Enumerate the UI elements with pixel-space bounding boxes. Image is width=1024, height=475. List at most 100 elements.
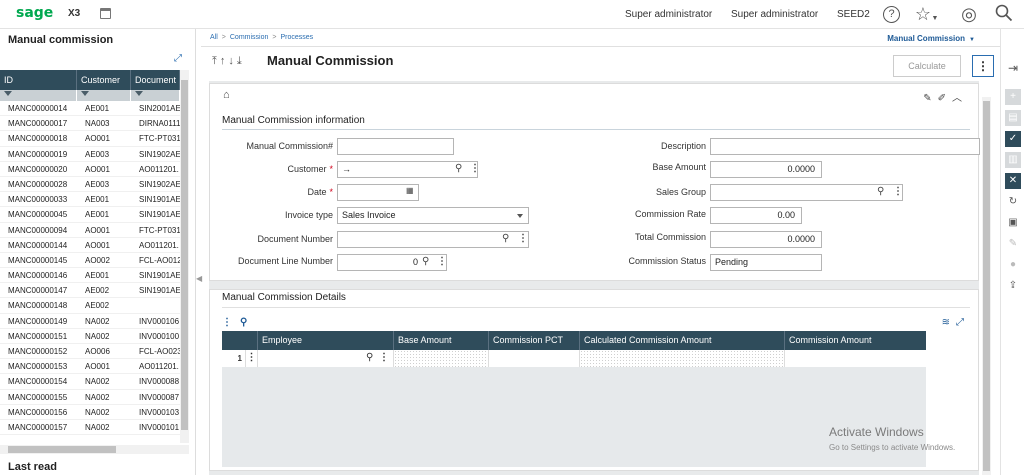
- attachment-icon[interactable]: ✎: [1005, 236, 1021, 252]
- table-row[interactable]: MANC00000147 AE002 SIN1901AE: [0, 283, 180, 299]
- duplicate-icon[interactable]: ▤: [1005, 110, 1021, 126]
- table-row[interactable]: MANC00000149 NA002 INV000106: [0, 314, 180, 329]
- comment-icon[interactable]: ●: [1005, 257, 1021, 273]
- table-row[interactable]: MANC00000155 NA002 INV000087: [0, 390, 180, 405]
- close-icon[interactable]: ✕: [1005, 173, 1021, 189]
- calendar-icon: ▦: [406, 186, 414, 195]
- export-icon[interactable]: ⇪: [1005, 278, 1021, 294]
- column-header-customer[interactable]: Customer: [77, 70, 131, 90]
- new-icon[interactable]: +: [1005, 89, 1021, 105]
- calendar-icon[interactable]: [100, 8, 111, 19]
- save-icon[interactable]: ✓: [1005, 131, 1021, 147]
- table-row[interactable]: MANC00000152 AO006 FCL-AO023: [0, 344, 180, 360]
- delete-icon[interactable]: ▥: [1005, 152, 1021, 168]
- table-row[interactable]: MANC00000033 AE001 SIN1901AE: [0, 192, 180, 208]
- row-id: MANC00000014: [8, 104, 68, 113]
- table-row[interactable]: MANC00000018 AO001 FTC-PT031: [0, 131, 180, 147]
- invoice-type-select[interactable]: Sales Invoice: [337, 207, 529, 224]
- column-header-employee[interactable]: Employee: [258, 331, 394, 350]
- table-row[interactable]: MANC00000153 AO001 AO011201.: [0, 359, 180, 375]
- base-amount-cell[interactable]: [394, 350, 489, 367]
- column-header-id[interactable]: ID: [0, 70, 77, 90]
- more-actions-button[interactable]: ⋮: [972, 55, 994, 77]
- row-id: MANC00000094: [8, 225, 68, 235]
- info-section-title: Manual Commission information: [222, 115, 365, 126]
- expand-icon[interactable]: ⤢: [174, 53, 182, 64]
- table-row[interactable]: MANC00000028 AE003 SIN1902AE: [0, 177, 180, 193]
- breadcrumb-commission[interactable]: Commission: [230, 34, 269, 41]
- table-row[interactable]: MANC00000014 AE001 SIN2001AE: [0, 101, 180, 117]
- layers-icon[interactable]: ≋: [942, 317, 956, 328]
- filter-icon[interactable]: [0, 90, 77, 101]
- table-row[interactable]: 1 ⋮ ⚲ ⋮: [222, 350, 926, 367]
- help-icon[interactable]: ?: [883, 6, 900, 23]
- table-row[interactable]: MANC00000154 NA002 INV000088: [0, 374, 180, 390]
- date-input[interactable]: ▦: [337, 184, 419, 201]
- left-horizontal-scrollbar[interactable]: [0, 445, 189, 454]
- row-customer: AE001: [85, 104, 110, 113]
- total-commission-input[interactable]: 0.0000: [710, 231, 822, 248]
- chevron-down-icon[interactable]: ▼: [930, 9, 940, 29]
- document-number-input[interactable]: ⚲ ⋮: [337, 231, 529, 248]
- document-line-number-input[interactable]: 0 ⚲ ⋮: [337, 254, 447, 271]
- column-header-commission-amount[interactable]: Commission Amount: [785, 331, 926, 350]
- sage-logo[interactable]: sage: [16, 5, 53, 21]
- home-icon[interactable]: ⌂: [223, 89, 230, 101]
- filter-icon[interactable]: [77, 90, 131, 101]
- kebab-icon[interactable]: ⋮: [222, 317, 240, 328]
- customer-input[interactable]: →⚲⋮: [337, 161, 478, 178]
- commission-amount-cell[interactable]: [785, 350, 926, 367]
- table-row[interactable]: MANC00000017 NA003 DIRNA0111: [0, 116, 180, 132]
- table-row[interactable]: MANC00000145 AO002 FCL-AO012: [0, 253, 180, 269]
- table-row[interactable]: MANC00000045 AE001 SIN1901AE: [0, 207, 180, 223]
- row-id: MANC00000157: [8, 422, 68, 432]
- chevron-up-icon[interactable]: ︿: [952, 93, 968, 104]
- commission-pct-cell[interactable]: [489, 350, 580, 367]
- edit-icon[interactable]: ✐: [938, 93, 952, 104]
- table-row[interactable]: MANC00000144 AO001 AO011201.: [0, 238, 180, 253]
- column-header-base-amount[interactable]: Base Amount: [394, 331, 489, 350]
- filter-icon[interactable]: [131, 90, 180, 101]
- commission-status-input[interactable]: Pending: [710, 254, 822, 271]
- sales-group-input[interactable]: ⚲ ⋮: [710, 184, 903, 201]
- description-input[interactable]: [710, 138, 980, 155]
- user-menu-2[interactable]: Super administrator: [731, 9, 818, 20]
- table-row[interactable]: MANC00000157 NA002 INV000101: [0, 420, 180, 436]
- last-read-title[interactable]: Last read: [8, 461, 57, 473]
- table-row[interactable]: MANC00000146 AE001 SIN1901AE: [0, 268, 180, 284]
- main-vertical-scrollbar[interactable]: [982, 97, 991, 475]
- expand-icon[interactable]: ⤢: [956, 317, 970, 328]
- breadcrumb-all[interactable]: All: [210, 34, 218, 41]
- refresh-icon[interactable]: ↻: [1005, 194, 1021, 210]
- product-name: X3: [68, 8, 81, 19]
- manual-commission-input[interactable]: [337, 138, 454, 155]
- details-grid: Employee Base Amount Commission PCT Calc…: [222, 331, 926, 467]
- employee-cell[interactable]: ⚲ ⋮: [258, 350, 394, 367]
- table-row[interactable]: MANC00000148 AE002: [0, 298, 180, 314]
- calculate-button[interactable]: Calculate: [893, 55, 961, 77]
- search-icon[interactable]: ⚲: [240, 317, 255, 328]
- column-header-commission-pct[interactable]: Commission PCT: [489, 331, 580, 350]
- calculated-commission-cell[interactable]: [580, 350, 785, 367]
- table-row[interactable]: MANC00000019 AE003 SIN1902AE: [0, 147, 180, 162]
- base-amount-input[interactable]: 0.0000: [710, 161, 822, 178]
- table-row[interactable]: MANC00000094 AO001 FTC-PT031: [0, 223, 180, 238]
- table-row[interactable]: MANC00000020 AO001 AO011201.: [0, 162, 180, 177]
- breadcrumb-processes[interactable]: Processes: [280, 34, 313, 41]
- print-icon[interactable]: ▣: [1005, 215, 1021, 231]
- user-menu-1[interactable]: Super administrator: [625, 9, 712, 20]
- pin-icon[interactable]: ✎: [923, 93, 937, 104]
- folder-selector[interactable]: SEED2: [837, 9, 870, 20]
- search-icon[interactable]: [994, 4, 1014, 24]
- compass-icon[interactable]: ◎: [959, 4, 979, 24]
- column-header-calculated-commission[interactable]: Calculated Commission Amount: [580, 331, 785, 350]
- kebab-icon[interactable]: ⋮: [246, 350, 258, 367]
- page-selector[interactable]: Manual Commission ▼: [887, 34, 975, 43]
- commission-rate-input[interactable]: 0.00: [710, 207, 802, 224]
- logout-icon[interactable]: ⇥: [1005, 60, 1021, 76]
- column-header-document[interactable]: Document: [131, 70, 180, 90]
- record-navigation[interactable]: ⤒↑↓⤓: [212, 55, 245, 68]
- left-vertical-scrollbar[interactable]: [180, 70, 189, 443]
- table-row[interactable]: MANC00000156 NA002 INV000103: [0, 405, 180, 420]
- table-row[interactable]: MANC00000151 NA002 INV000100: [0, 329, 180, 344]
